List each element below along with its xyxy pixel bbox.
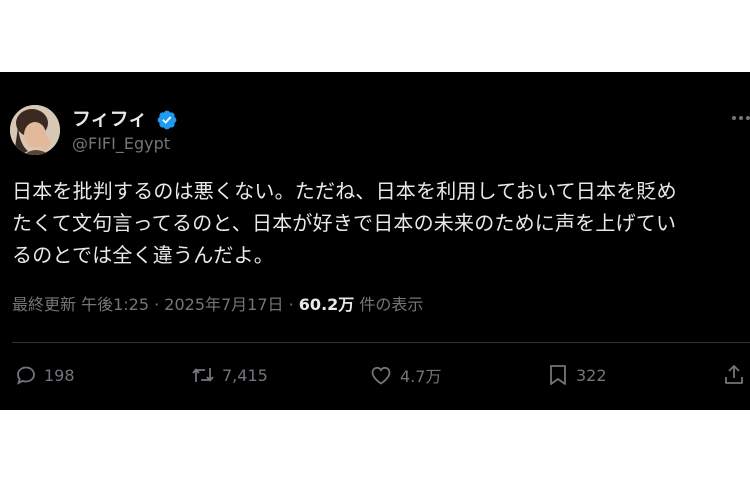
author-handle[interactable]: @FIFI_Egypt: [72, 134, 170, 154]
bookmark-count: 322: [576, 365, 607, 385]
reply-count: 198: [44, 365, 75, 385]
views-count: 60.2万: [298, 295, 355, 314]
verified-badge-icon: [157, 110, 177, 130]
tweet-text-line: るのとでは全く違うんだよ。: [12, 243, 274, 267]
like-button[interactable]: 4.7万: [368, 360, 441, 390]
bookmark-icon: [550, 365, 566, 385]
tweet-text: 日本を批判するのは悪くない。ただね、日本を利用しておいて日本を貶め たくて文句言…: [12, 175, 737, 271]
action-bar: 198 7,415 4.7万 322: [0, 360, 750, 390]
reply-icon: [17, 366, 35, 385]
views-label: 件の表示: [354, 295, 424, 314]
reply-button[interactable]: 198: [14, 360, 75, 390]
retweet-button[interactable]: 7,415: [190, 360, 268, 390]
timestamp[interactable]: 最終更新 午後1:25 · 2025年7月17日 ·: [12, 295, 299, 314]
retweet-count: 7,415: [222, 365, 268, 385]
share-icon: [725, 365, 743, 384]
divider: [12, 342, 750, 343]
display-name[interactable]: フィフィ: [72, 108, 147, 130]
heart-icon: [371, 366, 391, 385]
share-button[interactable]: [722, 360, 750, 390]
tweet-text-line: 日本を批判するのは悪くない。ただね、日本を利用しておいて日本を貶め: [12, 179, 677, 203]
more-options-icon[interactable]: [730, 112, 750, 124]
tweet-text-line: たくて文句言ってるのと、日本が好きで日本の未来のために声を上げてい: [12, 211, 677, 235]
avatar[interactable]: [10, 105, 60, 155]
tweet-card: フィフィ @FIFI_Egypt 日本を批判するのは悪くない。ただね、日本を利用…: [0, 72, 750, 410]
like-count: 4.7万: [400, 367, 442, 386]
bookmark-button[interactable]: 322: [546, 360, 607, 390]
retweet-icon: [192, 368, 214, 382]
tweet-meta: 最終更新 午後1:25 · 2025年7月17日 · 60.2万 件の表示: [12, 295, 423, 315]
